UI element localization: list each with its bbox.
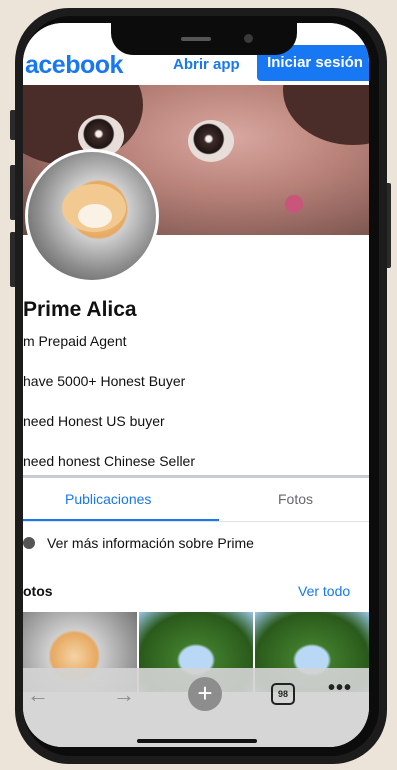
avatar-cat-image xyxy=(28,152,156,280)
bio-line: have 5000+ Honest Buyer xyxy=(23,373,186,389)
profile-name: Prime Alica xyxy=(23,298,137,321)
more-options-icon[interactable]: ••• xyxy=(328,677,352,700)
speaker-grille xyxy=(181,37,211,41)
open-app-link[interactable]: Abrir app xyxy=(173,56,240,73)
tab-publicaciones[interactable]: Publicaciones xyxy=(65,491,151,507)
browser-toolbar: ← → + 98 ••• xyxy=(23,668,369,747)
facebook-logo[interactable]: acebook xyxy=(25,51,123,80)
phone-screen: acebook Abrir app Iniciar sesión Prime A… xyxy=(23,23,369,747)
back-arrow-icon[interactable]: ← xyxy=(27,682,49,708)
more-info-label: Ver más información sobre Prime xyxy=(47,535,254,551)
home-indicator[interactable] xyxy=(137,739,257,743)
profile-avatar[interactable] xyxy=(25,149,159,283)
tab-count-icon[interactable]: 98 xyxy=(271,683,295,705)
photos-section-title: otos xyxy=(23,583,53,599)
tab-fotos[interactable]: Fotos xyxy=(278,491,313,507)
front-camera xyxy=(244,34,253,43)
cover-eye-right xyxy=(188,120,234,162)
tab-divider xyxy=(23,521,369,522)
cat-belly xyxy=(78,204,112,228)
see-all-photos-link[interactable]: Ver todo xyxy=(298,583,350,599)
cover-hair-right xyxy=(283,85,369,145)
more-icon xyxy=(23,537,35,549)
notch xyxy=(111,23,297,55)
bio-line: need Honest US buyer xyxy=(23,413,165,429)
cover-earring xyxy=(285,195,303,213)
bio-line: need honest Chinese Seller xyxy=(23,453,196,469)
bio-line: m Prepaid Agent xyxy=(23,333,127,349)
forward-arrow-icon[interactable]: → xyxy=(113,682,135,708)
new-tab-plus-icon[interactable]: + xyxy=(188,677,222,711)
section-divider xyxy=(23,475,369,478)
